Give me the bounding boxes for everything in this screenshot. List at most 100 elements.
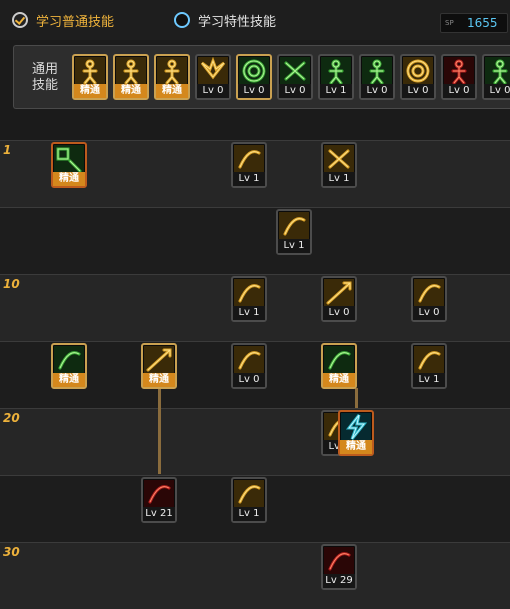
level-requirement-mark: 10 [3, 277, 20, 291]
slash-icon [234, 145, 264, 173]
green-burst-icon [324, 346, 354, 374]
tree-row [0, 542, 510, 609]
row-divider [0, 341, 510, 342]
twin-arc-icon [234, 480, 264, 508]
swirl-icon [414, 346, 444, 374]
skill-slot[interactable]: 精通 [321, 343, 357, 389]
skill-level-label: Lv 1 [233, 306, 265, 320]
running-figure-icon [157, 57, 187, 85]
skill-slot[interactable]: Lv 1 [231, 477, 267, 523]
radio-icon [174, 12, 190, 28]
sitting-figure-icon [75, 57, 105, 85]
spear-icon [144, 346, 174, 374]
target-icon [239, 57, 269, 85]
base-skill-icon [54, 145, 84, 173]
skill-level-label: Lv 0 [413, 306, 445, 320]
prerequisite-connector [158, 388, 161, 474]
checked-icon [12, 12, 28, 28]
row-divider [0, 207, 510, 208]
skill-level-label: Lv 0 [197, 84, 229, 98]
skill-slot[interactable]: 精通 [154, 54, 190, 100]
tab-trait-skills-label: 学习特性技能 [198, 14, 277, 30]
skill-slot[interactable]: Lv 0 [411, 276, 447, 322]
red-slash-icon [144, 480, 174, 508]
armored-figure-icon [444, 57, 474, 85]
leap-strike-icon [414, 279, 444, 307]
skill-slot[interactable]: Lv 0 [441, 54, 477, 100]
bow-icon [279, 212, 309, 240]
figure-burst-icon [321, 57, 351, 85]
row-divider [0, 542, 510, 543]
cross-slash-icon [324, 145, 354, 173]
skill-level-label: Lv 0 [233, 373, 265, 387]
skill-slot[interactable]: Lv 1 [276, 209, 312, 255]
lightning-icon [341, 413, 371, 441]
skill-slot[interactable]: Lv 1 [411, 343, 447, 389]
skill-slot[interactable]: Lv 0 [400, 54, 436, 100]
skill-slot[interactable]: Lv 0 [231, 343, 267, 389]
skill-slot[interactable]: Lv 21 [141, 477, 177, 523]
skill-level-label: 精通 [115, 84, 147, 98]
skill-level-label: Lv 0 [279, 84, 311, 98]
common-skills-label: 通用 技能 [28, 62, 62, 94]
sp-value: 1655 [467, 16, 498, 30]
kneeling-figure-icon [116, 57, 146, 85]
skill-level-label: Lv 0 [238, 84, 270, 98]
skill-slot[interactable]: Lv 0 [482, 54, 510, 100]
skill-level-label: 精通 [323, 373, 355, 387]
skill-level-label: Lv 0 [323, 306, 355, 320]
skill-level-label: Lv 1 [320, 84, 352, 98]
prerequisite-connector [355, 388, 358, 408]
tab-trait-skills[interactable]: 学习特性技能 [174, 10, 276, 30]
skill-slot[interactable]: Lv 1 [321, 142, 357, 188]
skill-slot[interactable]: 精通 [338, 410, 374, 456]
figure-guard-icon [362, 57, 392, 85]
skill-level-label: 精通 [156, 84, 188, 98]
row-divider [0, 408, 510, 409]
tab-normal-skills[interactable]: 学习普通技能 [12, 10, 114, 30]
skill-tree: 1 10 20 30 精通 Lv 1 Lv 1 Lv 1 Lv 1 Lv 0 Lv 0 精通 精通 Lv … [0, 140, 510, 609]
tree-row [0, 207, 510, 274]
common-skills-label-line: 技能 [31, 78, 58, 93]
skill-level-label: Lv 1 [413, 373, 445, 387]
eye-icon [403, 57, 433, 85]
skill-slot[interactable]: Lv 0 [321, 276, 357, 322]
skill-level-label: 精通 [53, 373, 85, 387]
skill-slot[interactable]: Lv 1 [231, 276, 267, 322]
red-crescent-icon [324, 547, 354, 575]
skill-slot[interactable]: 精通 [72, 54, 108, 100]
sp-counter: SP 1655 [440, 13, 508, 33]
common-skills-label-line: 通用 [31, 62, 58, 77]
wave-icon [234, 346, 264, 374]
skill-level-label: Lv 0 [443, 84, 475, 98]
skill-level-label: Lv 21 [143, 507, 175, 521]
common-skills-panel: 通用 技能 精通 精通 精通 Lv 0 Lv 0 Lv 0 Lv 1 Lv 0 Lv 0 Lv 0L… [13, 45, 510, 109]
skill-level-label: 精通 [74, 84, 106, 98]
skill-level-label: Lv 1 [233, 172, 265, 186]
skill-slot[interactable]: Lv 0 [277, 54, 313, 100]
skill-slot[interactable]: 精通 [113, 54, 149, 100]
skill-level-label: Lv 29 [323, 574, 355, 588]
skill-level-label: Lv 1 [233, 507, 265, 521]
wings-icon [198, 57, 228, 85]
skill-level-label: Lv 0 [402, 84, 434, 98]
skill-slot[interactable]: 精通 [141, 343, 177, 389]
level-requirement-mark: 1 [3, 143, 12, 157]
skill-level-label: 精通 [340, 440, 372, 454]
skill-slot[interactable]: Lv 1 [231, 142, 267, 188]
sp-tag: SP [445, 19, 454, 27]
skill-slot[interactable]: Lv 29 [321, 544, 357, 590]
thrust-icon [324, 279, 354, 307]
skill-slot[interactable]: Lv 0 [195, 54, 231, 100]
skill-slot[interactable]: Lv 0 [236, 54, 272, 100]
skill-level-label: Lv 1 [278, 239, 310, 253]
skill-level-label: Lv 0 [361, 84, 393, 98]
skill-slot[interactable]: Lv 0 [359, 54, 395, 100]
skill-slot[interactable]: Lv 1 [318, 54, 354, 100]
row-divider [0, 140, 510, 141]
green-figure-icon [485, 57, 510, 85]
row-divider [0, 475, 510, 476]
skill-level-label: Lv 1 [323, 172, 355, 186]
skill-slot[interactable]: 精通 [51, 142, 87, 188]
skill-slot[interactable]: 精通 [51, 343, 87, 389]
